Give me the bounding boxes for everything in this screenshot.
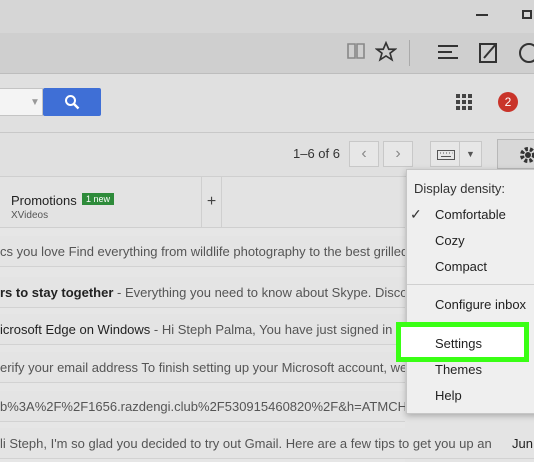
- input-tools-dropdown[interactable]: ▼: [460, 141, 482, 167]
- email-row[interactable]: icrosoft Edge on Windows - Hi Steph Palm…: [0, 314, 405, 345]
- apps-grid-icon[interactable]: [456, 94, 472, 110]
- menu-header: Display density:: [414, 181, 506, 196]
- email-snippet: li Steph, I'm so glad you decided to try…: [0, 436, 492, 451]
- tab-promotions[interactable]: Promotions 1 new XVideos: [0, 177, 202, 227]
- older-button[interactable]: ›: [383, 141, 413, 167]
- hub-icon[interactable]: [437, 43, 459, 66]
- email-snippet: erify your email address To finish setti…: [0, 360, 405, 375]
- email-row[interactable]: b%3A%2F%2F1656.razdengi.club%2F530915460…: [0, 391, 405, 422]
- menu-item-settings[interactable]: Settings: [435, 336, 482, 351]
- notification-badge[interactable]: 2: [498, 92, 518, 112]
- menu-divider: [407, 284, 534, 285]
- settings-menu: [406, 169, 534, 414]
- menu-item-cozy[interactable]: Cozy: [435, 233, 465, 248]
- email-subject: icrosoft Edge on Windows: [0, 322, 151, 337]
- email-snippet: - Hi Steph Palma, You have just signed i…: [150, 322, 405, 337]
- newer-button[interactable]: ‹: [349, 141, 379, 167]
- promotions-tab-label: Promotions: [11, 193, 77, 208]
- menu-item-comfortable[interactable]: Comfortable: [435, 207, 506, 222]
- search-button[interactable]: [43, 88, 101, 116]
- toolbar-divider: [409, 40, 410, 66]
- email-row[interactable]: cs you love Find everything from wildlif…: [0, 236, 405, 267]
- email-snippet: b%3A%2F%2F1656.razdengi.club%2F530915460…: [0, 399, 405, 414]
- settings-gear-button[interactable]: [497, 139, 534, 169]
- check-icon: ✓: [410, 206, 422, 222]
- email-row[interactable]: rs to stay together - Everything you nee…: [0, 277, 405, 308]
- reading-view-icon[interactable]: [346, 42, 366, 65]
- add-tab-button[interactable]: +: [202, 177, 222, 227]
- pagination-count: 1–6 of 6: [293, 146, 340, 161]
- email-snippet: cs you love Find everything from wildlif…: [0, 244, 405, 259]
- minimize-icon[interactable]: [476, 14, 488, 16]
- email-row[interactable]: erify your email address To finish setti…: [0, 352, 405, 383]
- email-date: Jun: [512, 436, 533, 451]
- menu-item-themes[interactable]: Themes: [435, 362, 482, 377]
- web-note-icon[interactable]: [478, 40, 500, 69]
- restore-icon[interactable]: [522, 10, 532, 19]
- share-icon[interactable]: [517, 41, 534, 70]
- window-titlebar: [0, 0, 534, 33]
- email-subject: rs to stay together: [0, 285, 114, 300]
- keyboard-icon: [437, 150, 455, 160]
- gear-icon: [520, 147, 534, 163]
- email-snippet: - Everything you need to know about Skyp…: [113, 285, 405, 300]
- favorite-star-icon[interactable]: [374, 40, 398, 67]
- browser-toolbar: [0, 33, 534, 74]
- menu-item-configure-inbox[interactable]: Configure inbox: [435, 297, 526, 312]
- menu-item-help[interactable]: Help: [435, 388, 462, 403]
- search-icon: [65, 95, 80, 110]
- email-row[interactable]: li Steph, I'm so glad you decided to try…: [0, 428, 534, 459]
- search-options-arrow-icon[interactable]: ▼: [30, 97, 40, 108]
- new-count-badge: 1 new: [82, 193, 115, 205]
- promotions-sender-preview: XVideos: [11, 210, 49, 221]
- input-tools-button[interactable]: [430, 141, 460, 167]
- menu-item-compact[interactable]: Compact: [435, 259, 487, 274]
